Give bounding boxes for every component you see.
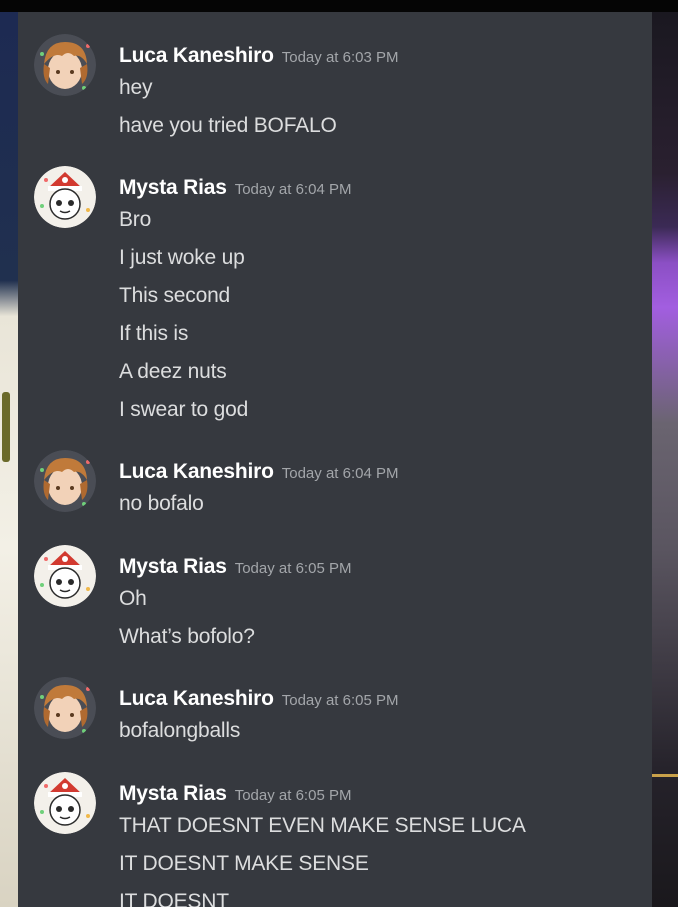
message-timestamp[interactable]: Today at 6:05 PM	[235, 787, 352, 804]
message-header: Mysta Rias Today at 6:05 PM	[119, 555, 351, 579]
message-text: IT DOESNT MAKE SENSE	[119, 852, 369, 875]
author-name[interactable]: Luca Kaneshiro	[119, 460, 274, 483]
message-text: hey	[119, 76, 153, 99]
message-text: have you tried BOFALO	[119, 114, 337, 137]
message-text: no bofalo	[119, 492, 204, 515]
background-stripe	[2, 392, 10, 462]
message-text: bofalongballs	[119, 719, 241, 742]
message-text: I swear to god	[119, 398, 249, 421]
chat-panel: Luca Kaneshiro Today at 6:03 PM hey have …	[18, 12, 652, 907]
background-art-right	[652, 12, 678, 907]
message-timestamp[interactable]: Today at 6:04 PM	[282, 465, 399, 482]
message-text: THAT DOESNT EVEN MAKE SENSE LUCA	[119, 814, 526, 837]
message-header: Luca Kaneshiro Today at 6:03 PM	[119, 44, 398, 68]
message-text: What’s bofolo?	[119, 625, 255, 648]
message-timestamp[interactable]: Today at 6:03 PM	[282, 49, 399, 66]
mysta-avatar-icon[interactable]	[34, 545, 96, 607]
message-header: Luca Kaneshiro Today at 6:05 PM	[119, 687, 398, 711]
mysta-avatar-icon[interactable]	[34, 772, 96, 834]
message-timestamp[interactable]: Today at 6:04 PM	[235, 181, 352, 198]
message-text: IT DOESNT	[119, 890, 229, 907]
message-header: Mysta Rias Today at 6:05 PM	[119, 782, 351, 806]
message-text: A deez nuts	[119, 360, 227, 383]
top-bar	[0, 0, 678, 12]
message-text: I just woke up	[119, 246, 245, 269]
author-name[interactable]: Luca Kaneshiro	[119, 44, 274, 67]
luca-avatar-icon[interactable]	[34, 450, 96, 512]
message-text: If this is	[119, 322, 189, 345]
background-art-left	[0, 12, 18, 907]
message-header: Mysta Rias Today at 6:04 PM	[119, 176, 351, 200]
message-timestamp[interactable]: Today at 6:05 PM	[235, 560, 352, 577]
mysta-avatar-icon[interactable]	[34, 166, 96, 228]
stream-frame: Luca Kaneshiro Today at 6:03 PM hey have …	[0, 0, 678, 907]
message-timestamp[interactable]: Today at 6:05 PM	[282, 692, 399, 709]
message-text: Bro	[119, 208, 152, 231]
luca-avatar-icon[interactable]	[34, 34, 96, 96]
message-header: Luca Kaneshiro Today at 6:04 PM	[119, 460, 398, 484]
background-gold-line	[652, 774, 678, 777]
author-name[interactable]: Luca Kaneshiro	[119, 687, 274, 710]
author-name[interactable]: Mysta Rias	[119, 555, 227, 578]
author-name[interactable]: Mysta Rias	[119, 782, 227, 805]
message-text: Oh	[119, 587, 147, 610]
author-name[interactable]: Mysta Rias	[119, 176, 227, 199]
luca-avatar-icon[interactable]	[34, 677, 96, 739]
message-text: This second	[119, 284, 231, 307]
